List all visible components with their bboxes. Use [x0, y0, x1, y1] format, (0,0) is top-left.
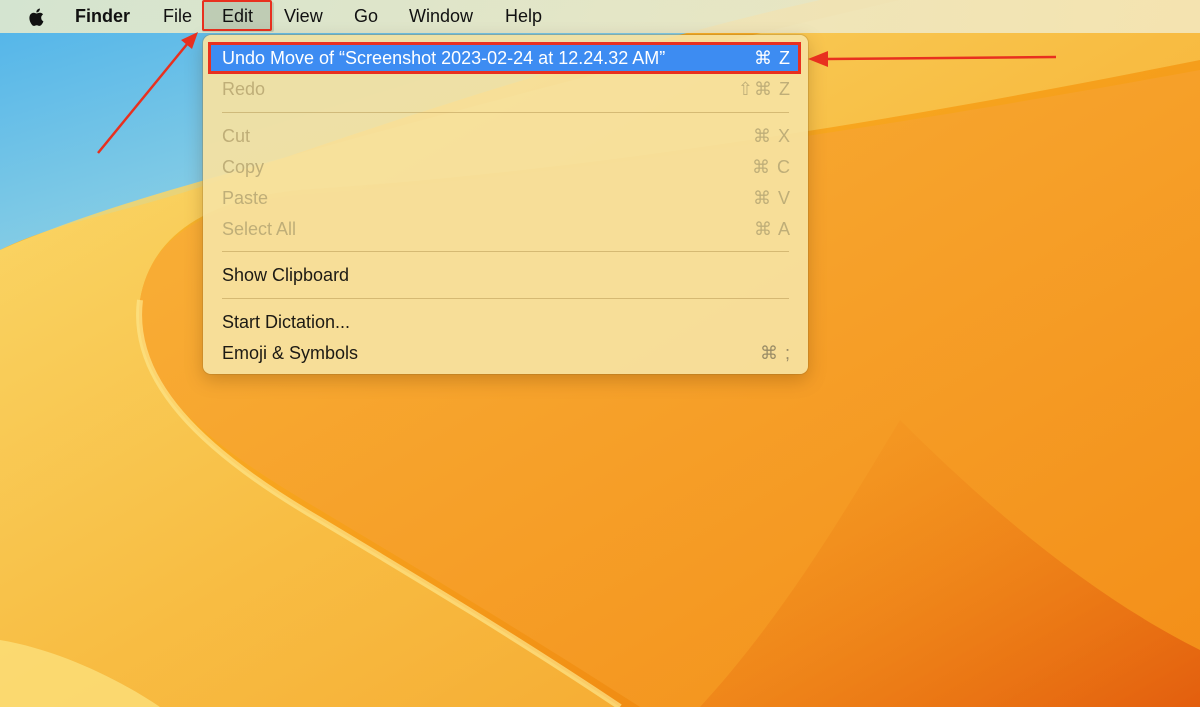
menubar-app-name[interactable]: Finder	[75, 0, 130, 33]
menu-item-shortcut: ⌘ C	[752, 157, 791, 177]
menu-item-shortcut: ⌘ V	[752, 188, 791, 208]
menu-bar: Finder File Edit View Go Window Help	[0, 0, 1200, 33]
menubar-window[interactable]: Window	[409, 0, 473, 33]
menu-item-label: Redo	[222, 79, 266, 99]
menu-item-shortcut: ⌘ X	[752, 126, 791, 146]
undo-annotation-box	[208, 42, 801, 74]
menu-item-shortcut: ⌘ ;	[759, 343, 791, 363]
menubar-help[interactable]: Help	[505, 0, 542, 33]
apple-logo-icon[interactable]	[26, 6, 48, 28]
menu-item-select-all[interactable]: Select All ⌘ A	[210, 214, 801, 245]
menu-item-show-clipboard[interactable]: Show Clipboard	[210, 260, 801, 291]
menu-item-paste[interactable]: Paste ⌘ V	[210, 183, 801, 214]
menu-item-label: Select All	[222, 219, 297, 239]
edit-menu: Undo Move of “Screenshot 2023-02-24 at 1…	[203, 35, 808, 374]
menu-item-label: Show Clipboard	[222, 265, 350, 285]
menu-item-redo[interactable]: Redo ⇧⌘ Z	[210, 74, 801, 105]
menu-separator	[222, 298, 789, 299]
menu-item-label: Emoji & Symbols	[222, 343, 359, 363]
menu-item-label: Cut	[222, 126, 251, 146]
menu-item-label: Start Dictation...	[222, 312, 351, 332]
edit-annotation-box	[202, 0, 272, 31]
menu-item-shortcut: ⌘ A	[753, 219, 791, 239]
menu-separator	[222, 112, 789, 113]
menu-item-shortcut: ⇧⌘ Z	[737, 79, 791, 99]
menubar-go[interactable]: Go	[354, 0, 378, 33]
menu-item-start-dictation[interactable]: Start Dictation...	[210, 307, 801, 338]
menubar-file[interactable]: File	[163, 0, 192, 33]
menu-item-cut[interactable]: Cut ⌘ X	[210, 121, 801, 152]
menu-item-label: Paste	[222, 188, 269, 208]
menu-item-copy[interactable]: Copy ⌘ C	[210, 152, 801, 183]
menu-separator	[222, 251, 789, 252]
menu-item-label: Copy	[222, 157, 265, 177]
menubar-view[interactable]: View	[284, 0, 323, 33]
menu-item-emoji-symbols[interactable]: Emoji & Symbols ⌘ ;	[210, 338, 801, 369]
